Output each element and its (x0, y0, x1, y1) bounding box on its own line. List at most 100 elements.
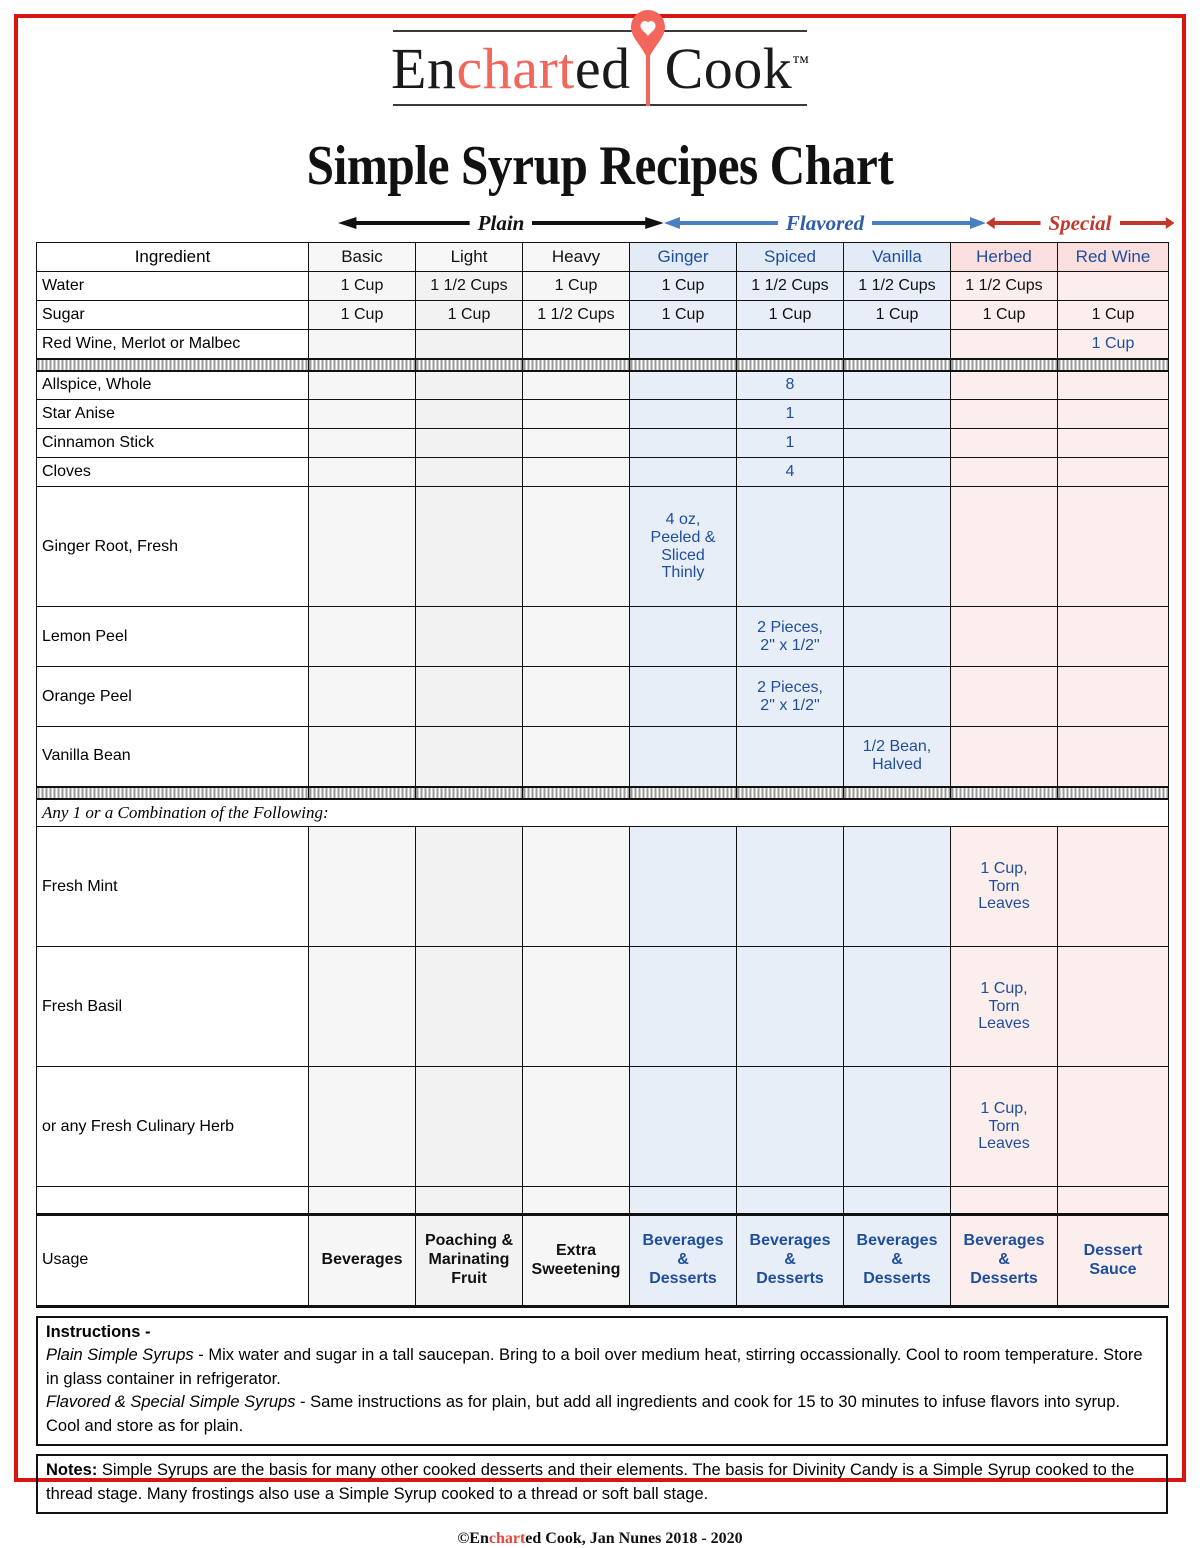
column-header-red-wine: Red Wine (1057, 242, 1169, 272)
table-header-row: Ingredient Basic Light Heavy Ginger Spic… (36, 242, 1169, 272)
notes-text: Simple Syrups are the basis for many oth… (46, 1461, 1135, 1503)
footer-prefix: ©En (457, 1529, 489, 1547)
category-label-special: Special (1048, 210, 1112, 235)
row-label-fresh-mint: Fresh Mint (36, 826, 309, 947)
cell-light (415, 399, 523, 429)
table-row: Vanilla Bean 1/2 Bean, Halved (36, 726, 1169, 787)
cell-spiced: 1 Cup (736, 300, 844, 330)
section-separator (36, 357, 1169, 372)
cell-heavy (522, 826, 630, 947)
table-row: Star Anise 1 (36, 399, 1169, 429)
cell-spiced: 1 (736, 399, 844, 429)
cell-ginger (629, 606, 737, 667)
cell-spiced: 4 (736, 457, 844, 487)
table-row: or any Fresh Culinary Herb 1 Cup, Torn Leav… (36, 1066, 1169, 1187)
separator-cell (843, 357, 951, 372)
cell-red-wine (1057, 946, 1169, 1067)
category-label-plain: Plain (477, 210, 525, 235)
cell-spiced (736, 826, 844, 947)
separator-cell (522, 785, 630, 800)
cell-herbed (950, 370, 1058, 400)
cell-vanilla (843, 428, 951, 458)
cell-spiced (736, 1066, 844, 1187)
cell-basic: 1 Cup (308, 271, 416, 301)
cell-herbed (950, 428, 1058, 458)
cell-basic (308, 486, 416, 607)
cell-heavy (522, 726, 630, 787)
separator-cell (736, 785, 844, 800)
logo-text-word2: Cook (664, 36, 793, 101)
spacer-cell-spiced (736, 1186, 844, 1215)
cell-basic: 1 Cup (308, 300, 416, 330)
table-row: Fresh Basil 1 Cup, Torn Leaves (36, 946, 1169, 1067)
category-group-plain: Plain (338, 206, 664, 240)
logo-text-part2: ed (574, 36, 631, 101)
cell-ginger (629, 457, 737, 487)
category-group-flavored: Flavored (664, 206, 986, 240)
cell-red-wine (1057, 606, 1169, 667)
spacer-row (36, 1186, 1169, 1215)
spacer-cell-ginger (629, 1186, 737, 1215)
separator-cell (36, 357, 309, 372)
cell-herbed: 1 Cup, Torn Leaves (950, 946, 1058, 1067)
instructions-flavored-label: Flavored & Special Simple Syrups (46, 1393, 296, 1412)
cell-light (415, 946, 523, 1067)
instructions-flavored: Flavored & Special Simple Syrups - Same … (46, 1391, 1158, 1438)
cell-basic (308, 399, 416, 429)
cell-herbed: 1 Cup (950, 300, 1058, 330)
row-label-or-any-fresh-culinary-herb: or any Fresh Culinary Herb (36, 1066, 309, 1187)
cell-vanilla (843, 486, 951, 607)
cell-herbed (950, 666, 1058, 727)
trademark-icon: ™ (792, 52, 809, 72)
page-title: Simple Syrup Recipes Chart (306, 135, 894, 197)
column-header-basic: Basic (308, 242, 416, 272)
cell-red-wine: Dessert Sauce (1057, 1213, 1169, 1308)
spacer-cell-basic (308, 1186, 416, 1215)
cell-basic (308, 726, 416, 787)
notes-label: Notes: (46, 1461, 98, 1480)
notes-box: Notes: Simple Syrups are the basis for m… (36, 1454, 1168, 1514)
cell-basic (308, 428, 416, 458)
instructions-plain: Plain Simple Syrups - Mix water and suga… (46, 1344, 1158, 1391)
cell-red-wine (1057, 726, 1169, 787)
cell-basic: Beverages (308, 1213, 416, 1308)
cell-heavy: 1 Cup (522, 271, 630, 301)
cell-light (415, 666, 523, 727)
recipes-table: Ingredient Basic Light Heavy Ginger Spic… (36, 242, 1169, 1308)
cell-light (415, 428, 523, 458)
table-row: Red Wine, Merlot or Malbec 1 Cup (36, 329, 1169, 359)
spacer-cell-heavy (522, 1186, 630, 1215)
row-label-lemon-peel: Lemon Peel (36, 606, 309, 667)
cell-heavy (522, 486, 630, 607)
separator-cell (1057, 785, 1169, 800)
cell-vanilla (843, 457, 951, 487)
separator-cell (629, 785, 737, 800)
instructions-plain-label: Plain Simple Syrups (46, 1346, 194, 1365)
cell-heavy: Extra Sweetening (522, 1213, 630, 1308)
section-note-row: Any 1 or a Combination of the Following: (36, 798, 1169, 827)
cell-basic (308, 946, 416, 1067)
cell-basic (308, 1066, 416, 1187)
cell-herbed (950, 329, 1058, 359)
cell-spiced (736, 486, 844, 607)
cell-light (415, 726, 523, 787)
cell-vanilla (843, 329, 951, 359)
instructions-plain-text: - Mix water and sugar in a tall saucepan… (46, 1346, 1143, 1388)
spacer-cell-light (415, 1186, 523, 1215)
cell-light: 1 Cup (415, 300, 523, 330)
cell-herbed (950, 399, 1058, 429)
cell-red-wine (1057, 826, 1169, 947)
cell-basic (308, 370, 416, 400)
cell-vanilla: Beverages & Desserts (843, 1213, 951, 1308)
table-body: Water 1 Cup 1 1/2 Cups 1 Cup 1 Cup 1 1/2 Cups… (36, 271, 1169, 1308)
instructions-heading: Instructions - (46, 1323, 151, 1341)
table-row: Usage Beverages Poaching & Marinating Fruit E… (36, 1213, 1169, 1308)
separator-cell (415, 357, 523, 372)
logo-rule-bottom (393, 104, 807, 106)
table-row: Water 1 Cup 1 1/2 Cups 1 Cup 1 Cup 1 1/2 Cups… (36, 271, 1169, 301)
arrow-left-plain-icon (338, 217, 470, 229)
arrow-right-plain-icon (532, 217, 664, 229)
cell-spiced: 1 (736, 428, 844, 458)
cell-light: 1 1/2 Cups (415, 271, 523, 301)
cell-vanilla: 1/2 Bean, Halved (843, 726, 951, 787)
